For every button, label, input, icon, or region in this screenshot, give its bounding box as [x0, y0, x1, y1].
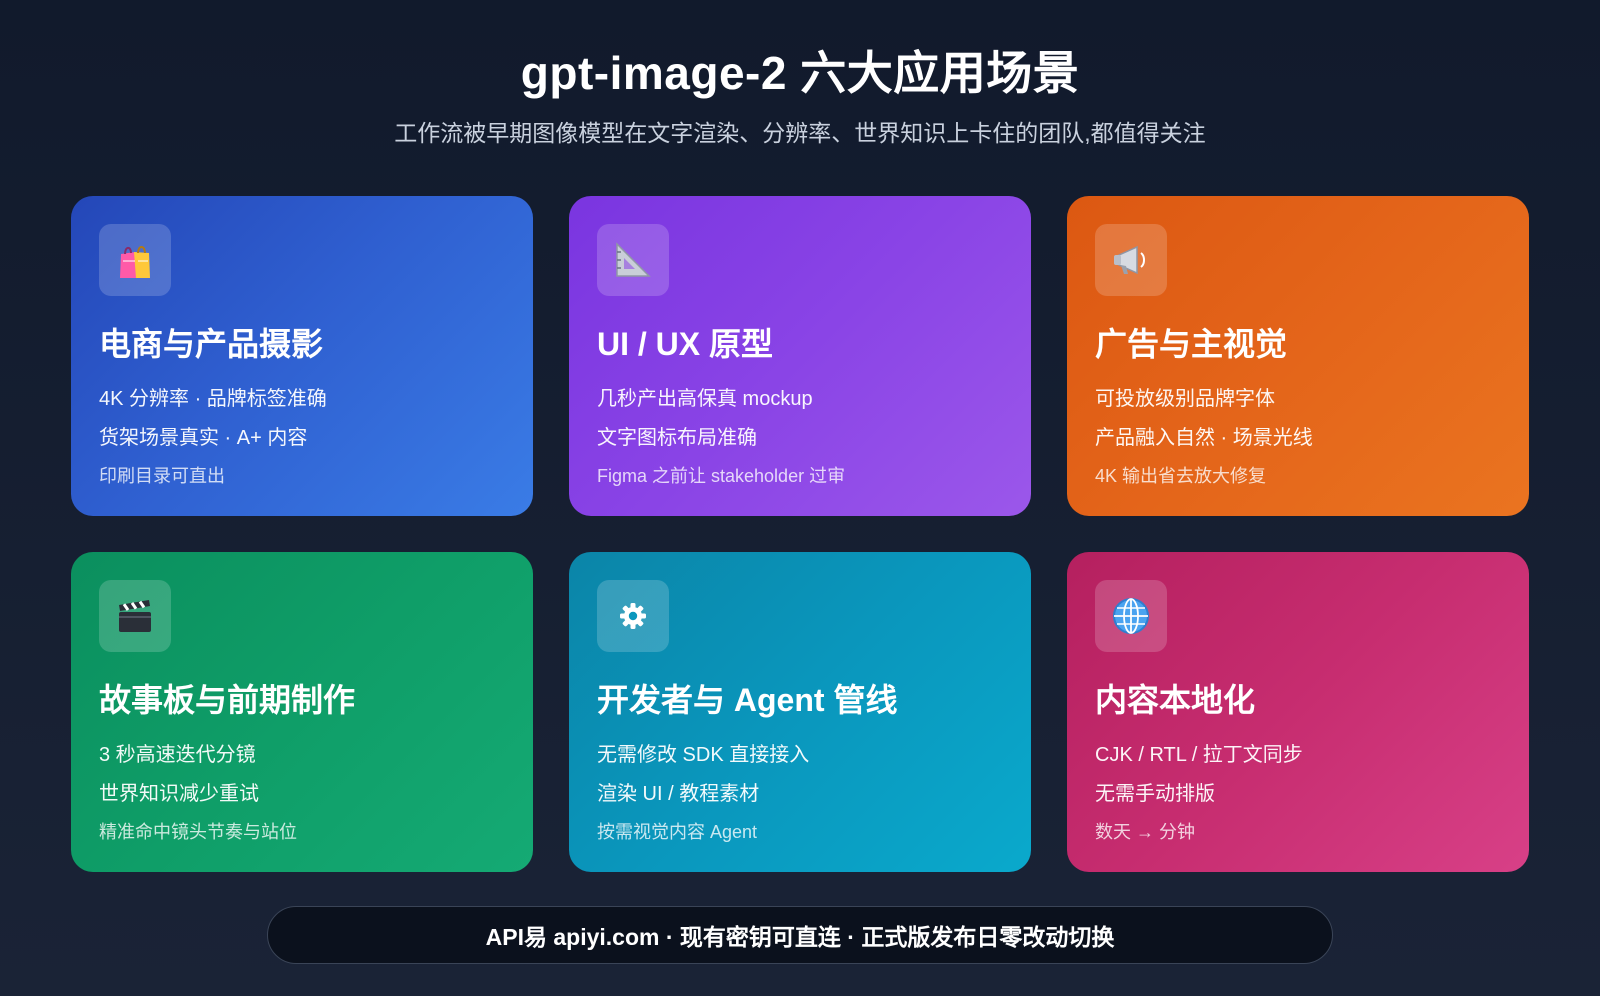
- card-feature-2: 无需手动排版: [1095, 783, 1215, 805]
- globe-icon: [1095, 580, 1167, 652]
- card-feature-3: 印刷目录可直出: [99, 466, 225, 486]
- gear-icon: [597, 580, 669, 652]
- card-feature-1: 可投放级别品牌字体: [1095, 388, 1275, 410]
- scenario-card-storyboard: 故事板与前期制作 3 秒高速迭代分镜 世界知识减少重试 精准命中镜头节奏与站位: [71, 552, 533, 872]
- card-title: UI / UX 原型: [597, 326, 774, 362]
- card-feature-3: 按需视觉内容 Agent: [597, 822, 758, 842]
- card-title: 故事板与前期制作: [99, 682, 356, 718]
- card-title: 内容本地化: [1095, 682, 1256, 718]
- page-subtitle: 工作流被早期图像模型在文字渲染、分辨率、世界知识上卡住的团队,都值得关注: [394, 120, 1206, 146]
- scenario-grid: 电商与产品摄影 4K 分辨率 · 品牌标签准确 货架场景真实 · A+ 内容 印…: [71, 196, 1529, 872]
- triangle-ruler-icon: [597, 224, 669, 296]
- card-feature-1: CJK / RTL / 拉丁文同步: [1095, 744, 1303, 766]
- scenario-card-advertising: 广告与主视觉 可投放级别品牌字体 产品融入自然 · 场景光线 4K 输出省去放大…: [1067, 196, 1529, 516]
- card-feature-2: 产品融入自然 · 场景光线: [1095, 427, 1313, 449]
- card-feature-2: 文字图标布局准确: [597, 427, 757, 449]
- card-feature-1: 4K 分辨率 · 品牌标签准确: [99, 388, 327, 410]
- card-feature-3: 精准命中镜头节奏与站位: [99, 822, 297, 842]
- page: gpt-image-2 六大应用场景 工作流被早期图像模型在文字渲染、分辨率、世…: [0, 0, 1600, 996]
- card-feature-3: Figma 之前让 stakeholder 过审: [597, 466, 846, 486]
- card-feature-1: 无需修改 SDK 直接接入: [597, 744, 810, 766]
- scenario-card-ui-ux: UI / UX 原型 几秒产出高保真 mockup 文字图标布局准确 Figma…: [569, 196, 1031, 516]
- card-feature-2: 世界知识减少重试: [99, 783, 259, 805]
- card-feature-2: 货架场景真实 · A+ 内容: [99, 427, 308, 449]
- scenario-card-ecommerce: 电商与产品摄影 4K 分辨率 · 品牌标签准确 货架场景真实 · A+ 内容 印…: [71, 196, 533, 516]
- scenario-card-localization: 内容本地化 CJK / RTL / 拉丁文同步 无需手动排版 数天 → 分钟: [1067, 552, 1529, 872]
- card-feature-1: 几秒产出高保真 mockup: [597, 388, 813, 410]
- card-feature-3: 4K 输出省去放大修复: [1095, 466, 1267, 486]
- scenario-card-developer: 开发者与 Agent 管线 无需修改 SDK 直接接入 渲染 UI / 教程素材…: [569, 552, 1031, 872]
- megaphone-icon: [1095, 224, 1167, 296]
- card-feature-1: 3 秒高速迭代分镜: [99, 744, 256, 766]
- card-title: 开发者与 Agent 管线: [597, 682, 898, 718]
- footer-text: API易 apiyi.com · 现有密钥可直连 · 正式版发布日零改动切换: [485, 924, 1115, 950]
- clapperboard-icon: [99, 580, 171, 652]
- page-title: gpt-image-2 六大应用场景: [520, 47, 1080, 99]
- shopping-bags-icon: [99, 224, 171, 296]
- card-feature-2: 渲染 UI / 教程素材: [597, 783, 760, 805]
- card-feature-3: 数天 → 分钟: [1095, 822, 1196, 842]
- card-title: 电商与产品摄影: [99, 326, 324, 362]
- footer-banner: API易 apiyi.com · 现有密钥可直连 · 正式版发布日零改动切换: [267, 906, 1333, 964]
- card-title: 广告与主视觉: [1095, 326, 1288, 362]
